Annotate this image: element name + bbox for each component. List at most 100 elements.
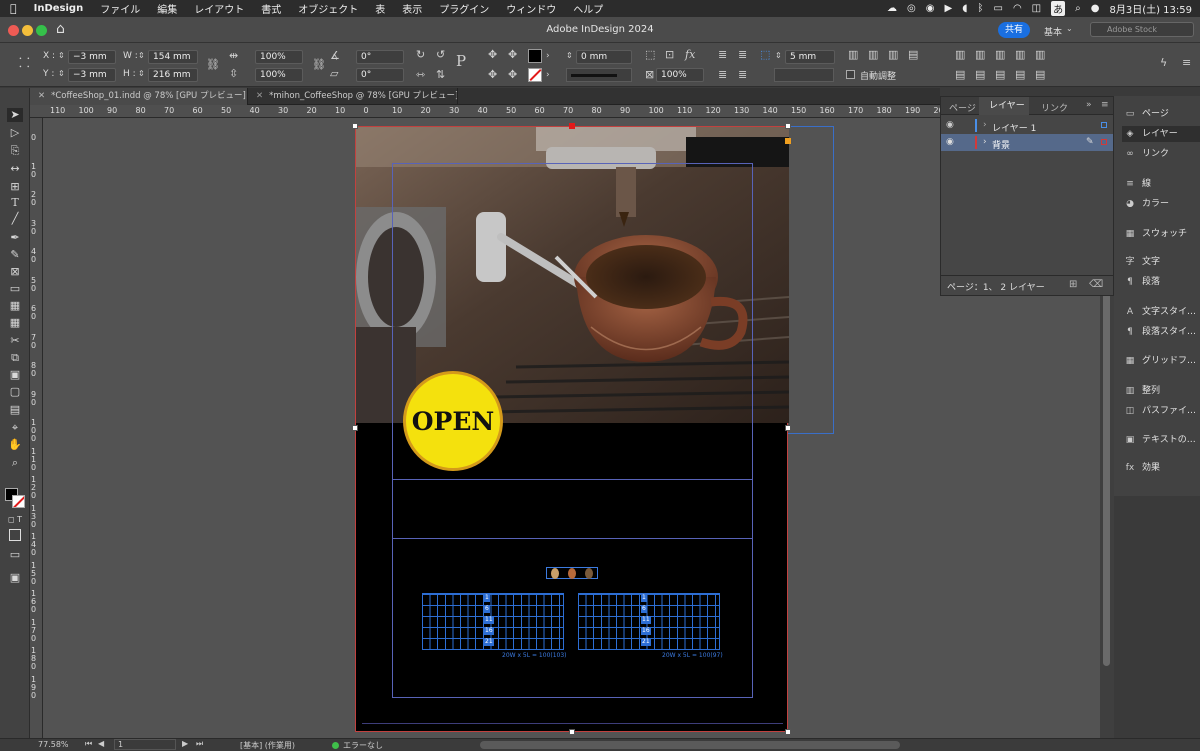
- content-collector-icon[interactable]: ⊞: [7, 180, 23, 194]
- scale-link-icon[interactable]: ⛓: [312, 59, 326, 71]
- tab-links[interactable]: リンク: [1041, 101, 1068, 114]
- hand-tool-icon[interactable]: ✋: [7, 438, 23, 452]
- pen-tool-icon[interactable]: ✒: [7, 231, 23, 245]
- eyedropper-icon[interactable]: ⌖: [7, 421, 23, 435]
- scissors-icon[interactable]: ✂: [7, 334, 23, 348]
- rotate-field[interactable]: 0°: [356, 50, 404, 64]
- reference-point-icon[interactable]: ⸬: [19, 57, 30, 70]
- selection-handle[interactable]: [785, 425, 791, 431]
- gradient-feather-icon[interactable]: ▢: [7, 385, 23, 399]
- selection-handle[interactable]: [785, 123, 791, 129]
- menu-type[interactable]: 書式: [261, 1, 281, 16]
- y-stepper[interactable]: ⇕: [58, 68, 65, 80]
- dock-item-paragraph[interactable]: ¶ 段落: [1122, 274, 1200, 290]
- flip-h-icon[interactable]: ⇿: [416, 69, 425, 81]
- vertical-ruler[interactable]: 0 10 20 30 40 50 60 70 80 90 100 110 120 130 140 150 160…: [30, 118, 43, 738]
- align-center-icon[interactable]: ▥: [868, 49, 878, 61]
- formatting-icon[interactable]: ◻ T: [7, 513, 23, 527]
- w-field[interactable]: 154 mm: [148, 50, 198, 64]
- dock-item-para-style[interactable]: ¶ 段落スタイ…: [1122, 324, 1200, 340]
- rotate-ccw-icon[interactable]: ↺: [436, 49, 445, 61]
- y-field[interactable]: −3 mm: [68, 68, 116, 82]
- menu-layout[interactable]: レイアウト: [194, 1, 244, 16]
- constrain-proportions-icon[interactable]: ⛓: [206, 59, 220, 71]
- select-prev-icon[interactable]: ✥: [488, 69, 497, 81]
- prev-page-icon[interactable]: ◀: [98, 739, 104, 748]
- pencil-tool-icon[interactable]: ✎: [7, 248, 23, 262]
- distribute-3-icon[interactable]: ▥: [995, 49, 1005, 61]
- screen-mode-icon[interactable]: ▭: [7, 548, 23, 562]
- panel-menu-icon[interactable]: ≡: [1101, 100, 1109, 110]
- page-tool-icon[interactable]: ⎘: [7, 144, 23, 158]
- fit-content-icon[interactable]: ⊡: [665, 49, 674, 61]
- page-number-field[interactable]: 1: [114, 739, 176, 750]
- distribute-7-icon[interactable]: ▤: [975, 69, 985, 81]
- table-grid-icon[interactable]: ▦: [7, 316, 23, 330]
- frame-port[interactable]: [785, 138, 791, 144]
- direct-selection-icon[interactable]: ▷: [7, 126, 23, 140]
- distribute-1-icon[interactable]: ▥: [955, 49, 965, 61]
- volume-icon[interactable]: ◖: [962, 3, 967, 14]
- view-mode-icon[interactable]: ▣: [7, 571, 23, 585]
- stroke-swatch[interactable]: [528, 68, 542, 82]
- menu-file[interactable]: ファイル: [100, 1, 140, 16]
- align-top-icon[interactable]: ▤: [908, 49, 918, 61]
- offset-stepper[interactable]: ⇕: [775, 50, 782, 62]
- distribute-5-icon[interactable]: ▥: [1035, 49, 1045, 61]
- selection-handle[interactable]: [352, 425, 358, 431]
- dock-item-character[interactable]: 字文字: [1122, 254, 1200, 270]
- distribute-6-icon[interactable]: ▤: [955, 69, 965, 81]
- x-field[interactable]: −3 mm: [68, 50, 116, 64]
- horizontal-ruler[interactable]: 110 100 90 80 70 60 50 40 30 20 10 0 10 20 30 40 50 60 70 8…: [30, 105, 940, 118]
- opacity-field[interactable]: 100%: [656, 68, 704, 82]
- selection-handle-center[interactable]: [569, 123, 575, 129]
- apply-color-icon[interactable]: [9, 529, 21, 541]
- dock-item-text-wrap[interactable]: ▣ テキストの…: [1122, 432, 1200, 448]
- stroke-menu-icon[interactable]: ›: [546, 69, 550, 81]
- tab-mihon-coffeeshop[interactable]: ✕ *mihon_CoffeeShop @ 78% [GPU プレビュー]: [248, 88, 458, 105]
- close-tab-icon[interactable]: ✕: [256, 91, 263, 101]
- menu-help[interactable]: ヘルプ: [573, 1, 603, 16]
- scale-x-field[interactable]: 100%: [255, 50, 303, 64]
- tab-pages[interactable]: ページ: [949, 101, 976, 114]
- dock-item-effects[interactable]: fx 効果: [1122, 460, 1200, 476]
- layer-name[interactable]: レイヤー 1: [992, 121, 1036, 134]
- gap-tool-icon[interactable]: ↔: [7, 162, 23, 176]
- gradient-icon[interactable]: ▣: [7, 368, 23, 382]
- stroke-weight-stepper[interactable]: ⇕: [566, 50, 573, 62]
- open-badge[interactable]: OPEN: [403, 371, 503, 471]
- last-page-icon[interactable]: ⏭: [196, 739, 203, 749]
- scale-y-field[interactable]: 100%: [255, 68, 303, 82]
- siri-icon[interactable]: ●: [1091, 3, 1100, 14]
- distribute-4-icon[interactable]: ▥: [1015, 49, 1025, 61]
- menu-window[interactable]: ウィンドウ: [506, 1, 556, 16]
- eye-icon[interactable]: ◉: [946, 120, 954, 130]
- offset-field[interactable]: 5 mm: [785, 50, 835, 64]
- selection-handle[interactable]: [785, 729, 791, 735]
- distribute-9-icon[interactable]: ▤: [1015, 69, 1025, 81]
- menu-edit[interactable]: 編集: [157, 1, 177, 16]
- stroke-type-dropdown[interactable]: [566, 68, 632, 82]
- zoom-tool-icon[interactable]: ⌕: [7, 456, 23, 470]
- share-button[interactable]: 共有: [998, 22, 1030, 38]
- chevron-right-icon[interactable]: ›: [983, 137, 987, 147]
- layer-row-selected[interactable]: ◉ › 背景 ✎: [941, 134, 1113, 151]
- sync-icon[interactable]: ◉: [926, 3, 935, 14]
- tab-coffeeshop-01[interactable]: ✕ *CoffeeShop_01.indd @ 78% [GPU プレビュー]: [30, 88, 248, 105]
- selection-tool-icon[interactable]: ➤: [7, 108, 23, 122]
- stroke-color-icon[interactable]: [12, 495, 25, 508]
- dock-item-color[interactable]: ◕ カラー: [1122, 196, 1200, 212]
- select-content-icon[interactable]: ✥: [508, 49, 517, 61]
- x-stepper[interactable]: ⇕: [58, 50, 65, 62]
- layer-selection-marker[interactable]: [1101, 139, 1107, 145]
- first-page-icon[interactable]: ⏮: [85, 739, 92, 749]
- preflight-profile[interactable]: [基本] (作業用): [240, 740, 295, 751]
- creative-cloud-icon[interactable]: ◎: [907, 3, 916, 14]
- dock-item-link[interactable]: ∞ リンク: [1122, 146, 1200, 162]
- frame-fitting-icon[interactable]: ⬚: [645, 49, 655, 61]
- eye-icon[interactable]: ◉: [946, 137, 954, 147]
- dock-item-align[interactable]: ▥ 整列: [1122, 383, 1200, 399]
- note-tool-icon[interactable]: ▤: [7, 403, 23, 417]
- battery-icon[interactable]: ▭: [993, 3, 1002, 14]
- coffee-photo[interactable]: [356, 127, 789, 423]
